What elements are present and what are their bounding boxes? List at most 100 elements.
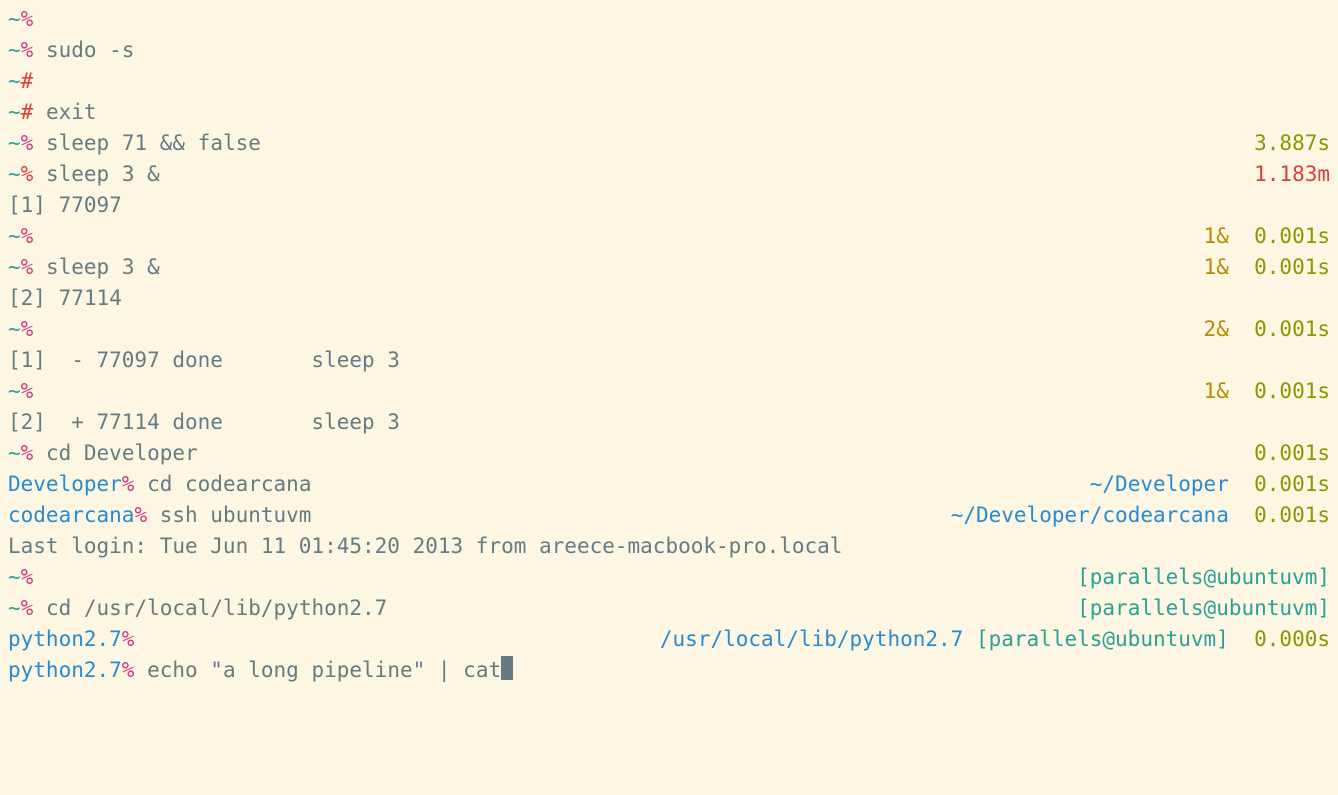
- text-segment: Last login: Tue Jun 11 01:45:20 2013 fro…: [8, 534, 842, 558]
- text-segment: [963, 627, 976, 651]
- text-segment: ~: [8, 38, 21, 62]
- text-segment: %: [134, 503, 147, 527]
- text-segment: 1&: [1204, 255, 1229, 279]
- line-right: /usr/local/lib/python2.7 [parallels@ubun…: [660, 624, 1330, 655]
- text-segment: ~: [8, 596, 21, 620]
- terminal-line: ~#: [8, 66, 1330, 97]
- text-segment: /usr/local/lib/python2.7: [660, 627, 963, 651]
- text-segment: 1.183m: [1254, 162, 1330, 186]
- text-segment: exit: [33, 100, 96, 124]
- text-segment: #: [21, 100, 34, 124]
- text-segment: ~: [8, 255, 21, 279]
- text-segment: ~: [8, 317, 21, 341]
- line-right: ~/Developer 0.001s: [1090, 469, 1330, 500]
- text-segment: 0.001s: [1254, 503, 1330, 527]
- terminal-line: ~%: [8, 4, 1330, 35]
- text-segment: %: [21, 131, 34, 155]
- text-segment: 0.001s: [1254, 379, 1330, 403]
- terminal-line: ~% sleep 71 && false 3.887s: [8, 128, 1330, 159]
- text-segment: 0.001s: [1254, 255, 1330, 279]
- terminal-line: [2] + 77114 done sleep 3: [8, 407, 1330, 438]
- text-segment: %: [122, 658, 135, 682]
- line-right: 0.001s: [1254, 438, 1330, 469]
- line-left: ~% sleep 3 &: [8, 252, 160, 283]
- line-left: ~%: [8, 314, 33, 345]
- text-segment: sleep 3 &: [33, 255, 159, 279]
- text-segment: ~: [8, 7, 21, 31]
- text-segment: [1] 77097: [8, 193, 122, 217]
- terminal-line: ~% sudo -s: [8, 35, 1330, 66]
- line-left: ~%: [8, 376, 33, 407]
- terminal-line: ~% cd Developer 0.001s: [8, 438, 1330, 469]
- terminal-line: ~% cd /usr/local/lib/python2.7 [parallels…: [8, 593, 1330, 624]
- text-segment: [parallels@ubuntuvm]: [976, 627, 1229, 651]
- text-segment: %: [21, 38, 34, 62]
- text-segment: ~: [8, 69, 21, 93]
- text-segment: [1229, 317, 1254, 341]
- line-left: Last login: Tue Jun 11 01:45:20 2013 fro…: [8, 531, 842, 562]
- text-segment: 0.001s: [1254, 224, 1330, 248]
- line-left: [2] + 77114 done sleep 3: [8, 407, 400, 438]
- terminal-line: ~% sleep 3 & 1.183m: [8, 159, 1330, 190]
- text-segment: sleep 3 &: [33, 162, 159, 186]
- line-left: [1] - 77097 done sleep 3: [8, 345, 400, 376]
- terminal-line: [1] 77097: [8, 190, 1330, 221]
- terminal-line: [2] 77114: [8, 283, 1330, 314]
- text-segment: cd /usr/local/lib/python2.7: [33, 596, 387, 620]
- line-left: codearcana% ssh ubuntuvm: [8, 500, 311, 531]
- line-left: ~% sleep 3 &: [8, 159, 160, 190]
- terminal-line: Developer% cd codearcana~/Developer 0.00…: [8, 469, 1330, 500]
- text-segment: ~: [8, 224, 21, 248]
- line-left: ~% cd Developer: [8, 438, 198, 469]
- text-segment: ~: [8, 379, 21, 403]
- text-segment: ~: [8, 131, 21, 155]
- terminal-line: ~% sleep 3 & 1& 0.001s: [8, 252, 1330, 283]
- terminal[interactable]: ~%~% sudo -s~#~# exit~% sleep 71 && fals…: [0, 0, 1338, 690]
- text-segment: [2] + 77114 done sleep 3: [8, 410, 400, 434]
- text-segment: 1&: [1204, 379, 1229, 403]
- text-segment: %: [21, 7, 34, 31]
- text-segment: [1229, 255, 1254, 279]
- text-segment: ~: [8, 100, 21, 124]
- terminal-line: [1] - 77097 done sleep 3: [8, 345, 1330, 376]
- line-right: 1& 0.001s: [1204, 376, 1330, 407]
- line-right: [parallels@ubuntuvm]: [1077, 562, 1330, 593]
- line-left: ~#: [8, 66, 33, 97]
- terminal-line: python2.7% echo "a long pipeline" | cat: [8, 655, 1330, 686]
- text-segment: 0.001s: [1254, 472, 1330, 496]
- text-segment: [1229, 472, 1254, 496]
- text-segment: [1229, 224, 1254, 248]
- text-segment: sleep 71 && false: [33, 131, 261, 155]
- text-segment: ~: [8, 441, 21, 465]
- terminal-line: ~# exit: [8, 97, 1330, 128]
- line-right: 2& 0.001s: [1204, 314, 1330, 345]
- text-segment: ~/Developer/codearcana: [951, 503, 1229, 527]
- text-segment: 0.001s: [1254, 441, 1330, 465]
- text-segment: [2] 77114: [8, 286, 122, 310]
- line-left: python2.7% echo "a long pipeline" | cat: [8, 655, 513, 686]
- text-segment: [parallels@ubuntuvm]: [1077, 596, 1330, 620]
- line-left: ~# exit: [8, 97, 97, 128]
- text-segment: [1] - 77097 done sleep 3: [8, 348, 400, 372]
- line-left: python2.7%: [8, 624, 134, 655]
- line-right: 3.887s: [1254, 128, 1330, 159]
- text-segment: ~: [8, 565, 21, 589]
- terminal-line: ~% [parallels@ubuntuvm]: [8, 562, 1330, 593]
- line-right: 1.183m: [1254, 159, 1330, 190]
- text-segment: ~: [8, 162, 21, 186]
- line-left: ~%: [8, 221, 33, 252]
- text-segment: echo "a long pipeline" | cat: [134, 658, 501, 682]
- line-left: ~% sudo -s: [8, 35, 134, 66]
- line-left: ~%: [8, 562, 33, 593]
- text-segment: %: [122, 472, 135, 496]
- line-left: ~% cd /usr/local/lib/python2.7: [8, 593, 387, 624]
- text-segment: [1229, 627, 1254, 651]
- text-segment: %: [122, 627, 135, 651]
- text-segment: python2.7: [8, 658, 122, 682]
- text-segment: 3.887s: [1254, 131, 1330, 155]
- text-segment: ssh ubuntuvm: [147, 503, 311, 527]
- text-segment: python2.7: [8, 627, 122, 651]
- text-segment: cd codearcana: [134, 472, 311, 496]
- text-segment: %: [21, 441, 34, 465]
- text-segment: %: [21, 317, 34, 341]
